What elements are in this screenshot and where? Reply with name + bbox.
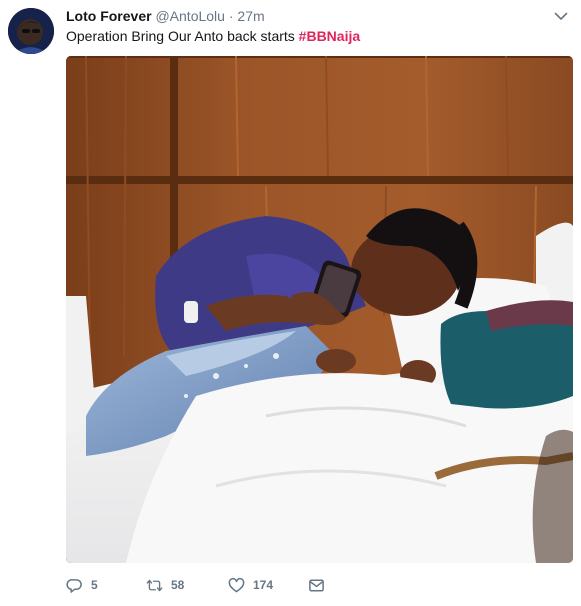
reply-icon [66,578,82,593]
timestamp[interactable]: 27m [237,8,264,24]
retweet-icon [146,579,163,591]
tweet-text: Operation Bring Our Anto back starts #BB… [66,26,360,46]
like-count: 174 [253,578,274,592]
direct-message-button[interactable] [308,574,325,596]
reply-button[interactable]: 5 [66,574,146,596]
separator-dot: · [228,8,234,24]
envelope-icon [309,579,324,591]
user-handle[interactable]: @AntoLolu [155,8,224,24]
tweet-photo[interactable] [66,56,573,563]
tweet-body: Operation Bring Our Anto back starts [66,28,299,44]
reply-count: 5 [91,578,98,592]
tweet-actions: 5 58 174 [66,574,325,596]
like-button[interactable]: 174 [228,574,308,596]
display-name[interactable]: Loto Forever [66,8,152,24]
avatar[interactable] [8,8,54,54]
retweet-button[interactable]: 58 [146,574,228,596]
retweet-count: 58 [171,578,185,592]
tweet: Loto Forever @AntoLolu · 27m Operation B… [0,0,581,606]
heart-icon [228,577,245,592]
chevron-down-icon[interactable] [553,8,569,24]
hashtag-link[interactable]: #BBNaija [299,28,360,44]
tweet-header: Loto Forever @AntoLolu · 27m [66,6,265,26]
